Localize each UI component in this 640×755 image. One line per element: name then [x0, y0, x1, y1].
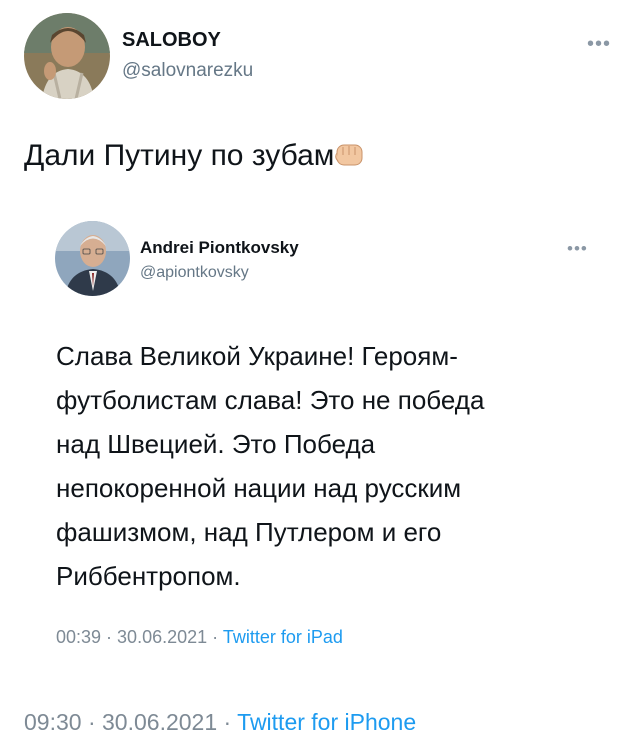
tweet-time[interactable]: 09:30: [24, 709, 82, 735]
quoted-text-line: фашизмом, над Путлером и его: [56, 517, 442, 547]
quoted-text-line: непокоренной нации над русским: [56, 473, 462, 503]
avatar[interactable]: [24, 13, 110, 99]
quoted-text-line: футболистам слава! Это не победа: [56, 385, 485, 415]
tweet-date[interactable]: 30.06.2021: [102, 709, 217, 735]
quoted-text-line: Слава Великой Украине! Героям-: [56, 341, 458, 371]
meta-separator: ·: [81, 709, 103, 735]
tweet-text-content: Дали Путину по зубам: [24, 139, 335, 172]
meta-separator: ·: [101, 627, 118, 647]
quoted-source-link[interactable]: Twitter for iPad: [223, 627, 343, 647]
tweet-text: Дали Путину по зубам: [24, 139, 368, 177]
quoted-avatar-photo-icon: [55, 221, 130, 296]
quoted-avatar[interactable]: [55, 221, 130, 296]
quoted-more-options-icon[interactable]: •••: [567, 240, 588, 257]
fist-bump-icon: [334, 139, 368, 177]
quoted-author-handle[interactable]: @apiontkovsky: [140, 264, 249, 282]
more-options-icon[interactable]: •••: [587, 34, 611, 54]
meta-separator: ·: [207, 627, 223, 647]
avatar-photo-icon: [24, 13, 110, 99]
quoted-time[interactable]: 00:39: [56, 627, 101, 647]
tweet-source-link[interactable]: Twitter for iPhone: [237, 709, 416, 735]
quoted-text-line: над Швецией. Это Победа: [56, 429, 376, 459]
quoted-date[interactable]: 30.06.2021: [117, 627, 207, 647]
tweet-meta: 09:30 · 30.06.2021 · Twitter for iPhone: [24, 709, 416, 736]
quoted-author-name[interactable]: Andrei Piontkovsky: [140, 238, 299, 258]
meta-separator: ·: [217, 709, 238, 735]
author-handle[interactable]: @salovnarezku: [122, 60, 253, 82]
quoted-tweet-text: Слава Великой Украине! Героям- футболист…: [56, 334, 484, 598]
quoted-tweet-meta: 00:39 · 30.06.2021 · Twitter for iPad: [56, 627, 343, 648]
author-name[interactable]: SALOBOY: [122, 29, 221, 52]
quoted-text-line: Риббентропом.: [56, 561, 241, 591]
